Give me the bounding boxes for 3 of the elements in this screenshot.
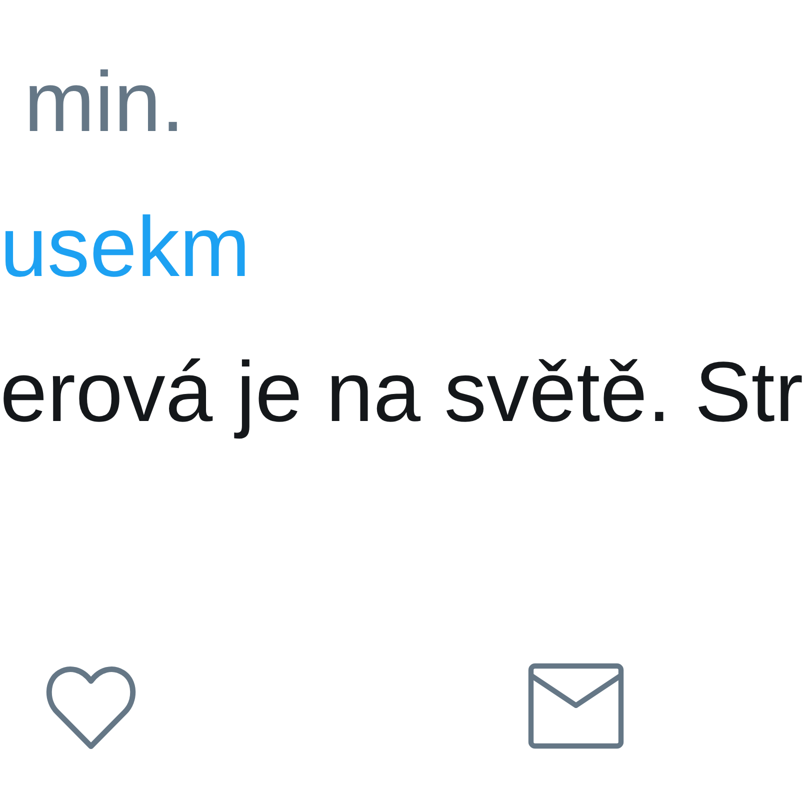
- envelope-icon[interactable]: [528, 663, 624, 749]
- username-link[interactable]: usekm: [0, 205, 250, 290]
- tweet-time: min.: [24, 60, 185, 145]
